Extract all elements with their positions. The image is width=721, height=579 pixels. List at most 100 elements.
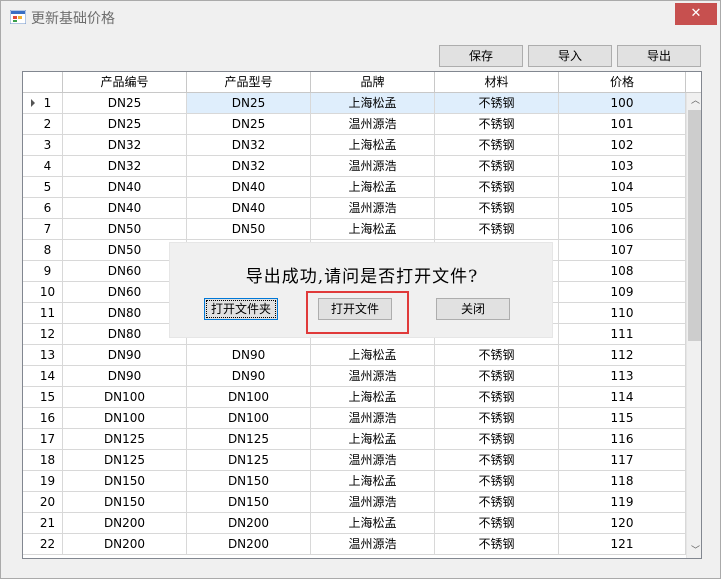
row-number[interactable]: 1 xyxy=(23,93,63,114)
cell-brand[interactable]: 温州源浩 xyxy=(311,450,435,471)
cell-product-model[interactable]: DN100 xyxy=(187,387,311,408)
cell-product-code[interactable]: DN25 xyxy=(63,93,187,114)
cell-brand[interactable]: 温州源浩 xyxy=(311,366,435,387)
cell-product-model[interactable]: DN125 xyxy=(187,429,311,450)
table-row[interactable]: 7 DN50 DN50 上海松孟 不锈钢 106 xyxy=(23,219,686,240)
cell-product-model[interactable]: DN200 xyxy=(187,534,311,555)
cell-product-code[interactable]: DN32 xyxy=(63,135,187,156)
cell-product-model[interactable]: DN25 xyxy=(187,93,311,114)
cell-price[interactable]: 104 xyxy=(559,177,686,198)
cell-price[interactable]: 120 xyxy=(559,513,686,534)
row-number[interactable]: 13 xyxy=(23,345,63,366)
cell-price[interactable]: 109 xyxy=(559,282,686,303)
cell-product-model[interactable]: DN40 xyxy=(187,198,311,219)
cell-product-code[interactable]: DN125 xyxy=(63,450,187,471)
row-number[interactable]: 8 xyxy=(23,240,63,261)
close-window-button[interactable]: ✕ xyxy=(675,3,717,25)
cell-product-code[interactable]: DN40 xyxy=(63,177,187,198)
export-button[interactable]: 导出 xyxy=(617,45,701,67)
table-row[interactable]: 2 DN25 DN25 温州源浩 不锈钢 101 xyxy=(23,114,686,135)
table-row[interactable]: 6 DN40 DN40 温州源浩 不锈钢 105 xyxy=(23,198,686,219)
table-row[interactable]: 1 DN25 DN25 上海松孟 不锈钢 100 xyxy=(23,93,686,114)
cell-price[interactable]: 119 xyxy=(559,492,686,513)
table-row[interactable]: 17 DN125 DN125 上海松孟 不锈钢 116 xyxy=(23,429,686,450)
cell-price[interactable]: 102 xyxy=(559,135,686,156)
row-number[interactable]: 3 xyxy=(23,135,63,156)
cell-product-code[interactable]: DN25 xyxy=(63,114,187,135)
cell-product-code[interactable]: DN40 xyxy=(63,198,187,219)
table-row[interactable]: 13 DN90 DN90 上海松孟 不锈钢 112 xyxy=(23,345,686,366)
cell-price[interactable]: 106 xyxy=(559,219,686,240)
cell-material[interactable]: 不锈钢 xyxy=(435,219,559,240)
cell-brand[interactable]: 温州源浩 xyxy=(311,156,435,177)
cell-price[interactable]: 121 xyxy=(559,534,686,555)
cell-material[interactable]: 不锈钢 xyxy=(435,450,559,471)
table-row[interactable]: 15 DN100 DN100 上海松孟 不锈钢 114 xyxy=(23,387,686,408)
cell-price[interactable]: 105 xyxy=(559,198,686,219)
cell-material[interactable]: 不锈钢 xyxy=(435,177,559,198)
header-product-code[interactable]: 产品编号 xyxy=(63,72,187,93)
cell-brand[interactable]: 上海松孟 xyxy=(311,135,435,156)
cell-price[interactable]: 113 xyxy=(559,366,686,387)
header-brand[interactable]: 品牌 xyxy=(311,72,435,93)
cell-product-code[interactable]: DN50 xyxy=(63,219,187,240)
table-row[interactable]: 19 DN150 DN150 上海松孟 不锈钢 118 xyxy=(23,471,686,492)
cell-product-code[interactable]: DN200 xyxy=(63,534,187,555)
cell-product-model[interactable]: DN25 xyxy=(187,114,311,135)
cell-price[interactable]: 118 xyxy=(559,471,686,492)
cell-material[interactable]: 不锈钢 xyxy=(435,387,559,408)
cell-brand[interactable]: 上海松孟 xyxy=(311,471,435,492)
cell-product-model[interactable]: DN100 xyxy=(187,408,311,429)
header-price[interactable]: 价格 xyxy=(559,72,686,93)
cell-brand[interactable]: 上海松孟 xyxy=(311,219,435,240)
table-row[interactable]: 20 DN150 DN150 温州源浩 不锈钢 119 xyxy=(23,492,686,513)
cell-price[interactable]: 107 xyxy=(559,240,686,261)
cell-brand[interactable]: 温州源浩 xyxy=(311,408,435,429)
cell-price[interactable]: 101 xyxy=(559,114,686,135)
cell-product-code[interactable]: DN90 xyxy=(63,345,187,366)
row-number[interactable]: 7 xyxy=(23,219,63,240)
table-row[interactable]: 3 DN32 DN32 上海松孟 不锈钢 102 xyxy=(23,135,686,156)
row-number[interactable]: 6 xyxy=(23,198,63,219)
cell-material[interactable]: 不锈钢 xyxy=(435,492,559,513)
cell-brand[interactable]: 上海松孟 xyxy=(311,177,435,198)
cell-material[interactable]: 不锈钢 xyxy=(435,429,559,450)
cell-product-code[interactable]: DN125 xyxy=(63,429,187,450)
cell-product-model[interactable]: DN40 xyxy=(187,177,311,198)
row-number[interactable]: 11 xyxy=(23,303,63,324)
cell-price[interactable]: 100 xyxy=(559,93,686,114)
table-row[interactable]: 21 DN200 DN200 上海松孟 不锈钢 120 xyxy=(23,513,686,534)
header-material[interactable]: 材料 xyxy=(435,72,559,93)
cell-price[interactable]: 112 xyxy=(559,345,686,366)
cell-material[interactable]: 不锈钢 xyxy=(435,135,559,156)
cell-product-model[interactable]: DN125 xyxy=(187,450,311,471)
cell-product-model[interactable]: DN32 xyxy=(187,156,311,177)
cell-price[interactable]: 117 xyxy=(559,450,686,471)
row-number[interactable]: 9 xyxy=(23,261,63,282)
cell-brand[interactable]: 上海松孟 xyxy=(311,93,435,114)
cell-product-code[interactable]: DN100 xyxy=(63,408,187,429)
cell-price[interactable]: 103 xyxy=(559,156,686,177)
cell-material[interactable]: 不锈钢 xyxy=(435,198,559,219)
row-number[interactable]: 20 xyxy=(23,492,63,513)
cell-material[interactable]: 不锈钢 xyxy=(435,366,559,387)
cell-brand[interactable]: 上海松孟 xyxy=(311,429,435,450)
row-number[interactable]: 2 xyxy=(23,114,63,135)
row-number[interactable]: 14 xyxy=(23,366,63,387)
cell-brand[interactable]: 上海松孟 xyxy=(311,387,435,408)
cell-material[interactable]: 不锈钢 xyxy=(435,345,559,366)
cell-price[interactable]: 116 xyxy=(559,429,686,450)
row-number[interactable]: 5 xyxy=(23,177,63,198)
row-number[interactable]: 17 xyxy=(23,429,63,450)
cell-product-code[interactable]: DN90 xyxy=(63,366,187,387)
row-number[interactable]: 22 xyxy=(23,534,63,555)
row-number[interactable]: 19 xyxy=(23,471,63,492)
cell-product-model[interactable]: DN50 xyxy=(187,219,311,240)
row-number[interactable]: 10 xyxy=(23,282,63,303)
cell-brand[interactable]: 温州源浩 xyxy=(311,114,435,135)
import-button[interactable]: 导入 xyxy=(528,45,612,67)
table-row[interactable]: 16 DN100 DN100 温州源浩 不锈钢 115 xyxy=(23,408,686,429)
cell-price[interactable]: 115 xyxy=(559,408,686,429)
cell-price[interactable]: 114 xyxy=(559,387,686,408)
cell-price[interactable]: 108 xyxy=(559,261,686,282)
